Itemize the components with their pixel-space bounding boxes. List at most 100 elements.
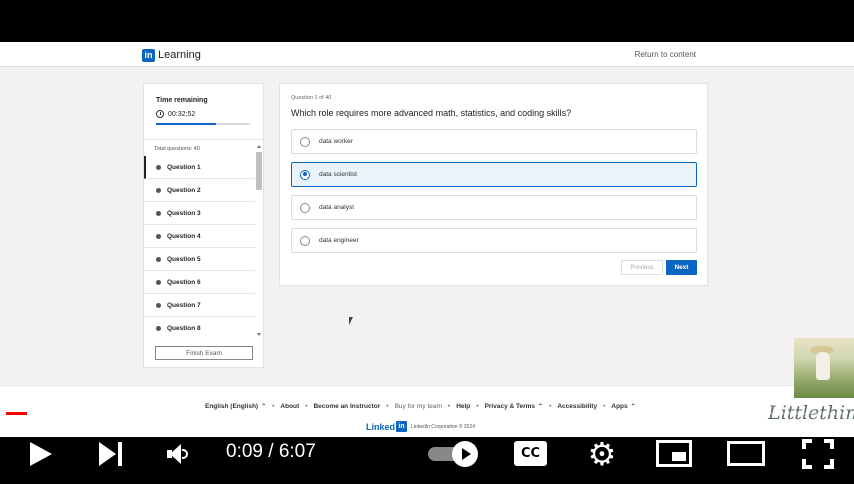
next-button[interactable]: Next — [666, 260, 697, 275]
question-item-label: Question 3 — [167, 209, 201, 217]
question-status-dot-icon — [156, 187, 161, 193]
footer-separator: • — [549, 403, 552, 410]
radio-button[interactable] — [300, 169, 310, 180]
question-item-label: Question 2 — [167, 186, 201, 194]
footer-link[interactable]: Become an Instructor — [313, 403, 380, 410]
captions-icon[interactable]: CC — [514, 441, 547, 466]
footer-link-label: Accessibility — [557, 403, 598, 410]
answer-option-label: data scientist — [319, 171, 357, 178]
radio-button[interactable] — [300, 136, 310, 147]
question-status-dot-icon — [156, 233, 161, 239]
previous-button[interactable]: Previous — [621, 260, 663, 275]
question-counter: Question 1 of 40 — [291, 95, 332, 101]
footer-link-label: Apps — [611, 403, 628, 410]
linkedin-wordmark: Linked — [366, 421, 396, 432]
sidebar-question-item[interactable]: Question 5 — [144, 248, 255, 271]
language-selector[interactable]: English (English) ⌃ — [205, 403, 266, 410]
video-progress-fill — [6, 412, 28, 415]
footer-separator: • — [447, 403, 451, 410]
sidebar-question-item[interactable]: Question 6 — [144, 271, 255, 294]
question-list: Question 1 Question 2 Question 3 Question 4… — [144, 156, 255, 337]
video-player[interactable]: in Learning Return to content Time remai… — [0, 0, 854, 484]
footer-separator: • — [603, 403, 606, 410]
question-status-dot-icon — [156, 279, 161, 285]
settings-gear-icon[interactable]: ⚙ — [585, 437, 619, 471]
video-frame: in Learning Return to content Time remai… — [0, 42, 854, 437]
sidebar-question-item[interactable]: Question 7 — [144, 294, 255, 317]
language-label: English (English) — [205, 403, 259, 410]
footer-link[interactable]: Buy for my team — [395, 403, 442, 410]
exam-sidebar: Time remaining 00:32:52 Total questions:… — [143, 83, 264, 368]
next-video-icon[interactable] — [99, 442, 123, 466]
chevron-up-icon: ⌃ — [630, 404, 636, 410]
channel-thumbnail-image — [794, 338, 854, 398]
answer-option-label: data analyst — [319, 204, 355, 211]
scroll-down-arrow-icon[interactable] — [257, 333, 261, 336]
radio-button[interactable] — [300, 235, 310, 246]
answer-option[interactable]: data scientist — [291, 162, 697, 187]
autoplay-toggle-icon[interactable] — [428, 441, 480, 467]
total-questions-label: Total questions: 40 — [154, 146, 200, 152]
fullscreen-icon[interactable] — [802, 439, 834, 469]
question-status-dot-icon — [156, 164, 161, 170]
chevron-up-icon: ⌃ — [261, 404, 267, 410]
question-status-dot-icon — [156, 210, 161, 216]
footer-link[interactable]: Accessibility — [557, 403, 597, 410]
question-list-scrollbar[interactable] — [256, 144, 263, 337]
footer-link[interactable]: Apps ⌃ — [611, 403, 635, 410]
sidebar-question-item[interactable]: Question 1 — [144, 156, 255, 179]
volume-icon[interactable] — [167, 444, 191, 464]
footer-separator: • — [272, 403, 275, 410]
copyright-text: LinkedIn Corporation © 2024 — [411, 423, 476, 430]
answer-option[interactable]: data analyst — [291, 195, 697, 220]
divider — [144, 139, 263, 140]
miniplayer-icon[interactable] — [656, 440, 692, 467]
mouse-cursor-icon — [349, 317, 353, 325]
footer-separator: • — [386, 403, 389, 410]
return-to-content-link[interactable]: Return to content — [635, 50, 696, 59]
footer-links: English (English) ⌃ • About • Become an Instr… — [205, 403, 636, 410]
time-progress-bar — [156, 123, 250, 125]
footer-separator: • — [476, 403, 479, 410]
answer-option[interactable]: data engineer — [291, 228, 697, 253]
sidebar-question-item[interactable]: Question 4 — [144, 225, 255, 248]
time-progress-fill — [156, 123, 217, 125]
timer: 00:32:52 — [156, 110, 195, 118]
linkedin-logo-icon: in — [396, 421, 408, 432]
linkedin-learning-logo[interactable]: in Learning — [142, 48, 201, 62]
scrollbar-thumb[interactable] — [256, 152, 262, 190]
answer-option-label: data worker — [319, 138, 353, 145]
question-status-dot-icon — [156, 302, 161, 308]
footer-link[interactable]: Help — [456, 403, 470, 410]
player-controls: 0:09 / 6:07 CC ⚙ — [0, 437, 854, 484]
radio-button[interactable] — [300, 202, 310, 213]
footer-link[interactable]: About — [280, 403, 299, 410]
scroll-up-arrow-icon[interactable] — [257, 145, 261, 148]
footer-separator: • — [305, 403, 308, 410]
question-item-label: Question 4 — [167, 232, 201, 240]
question-item-label: Question 8 — [167, 324, 201, 332]
footer-link-label: Privacy & Terms — [484, 403, 536, 410]
time-remaining-label: Time remaining — [156, 97, 208, 104]
top-bar: in Learning Return to content — [0, 42, 854, 67]
question-item-label: Question 1 — [167, 163, 201, 171]
sidebar-question-item[interactable]: Question 3 — [144, 202, 255, 225]
question-status-dot-icon — [156, 256, 161, 262]
time-remaining-value: 00:32:52 — [168, 110, 196, 118]
finish-exam-button[interactable]: Finish Exam — [155, 346, 253, 360]
question-text: Which role requires more advanced math, … — [291, 108, 572, 118]
footer-link[interactable]: Privacy & Terms ⌃ — [485, 403, 544, 410]
play-icon[interactable] — [30, 442, 52, 466]
sidebar-question-item[interactable]: Question 8 — [144, 317, 255, 337]
linkedin-logo-icon: in — [142, 48, 155, 62]
answer-option-label: data engineer — [319, 237, 359, 244]
sidebar-question-item[interactable]: Question 2 — [144, 179, 255, 202]
thumbnail-figure — [816, 352, 830, 380]
chevron-up-icon: ⌃ — [538, 404, 544, 410]
footer-link-label: Help — [456, 403, 471, 410]
answer-option[interactable]: data worker — [291, 129, 697, 154]
footer-link-label: About — [280, 403, 300, 410]
playback-time: 0:09 / 6:07 — [226, 441, 316, 462]
video-progress-bar[interactable] — [6, 412, 848, 415]
theater-mode-icon[interactable] — [727, 441, 765, 466]
